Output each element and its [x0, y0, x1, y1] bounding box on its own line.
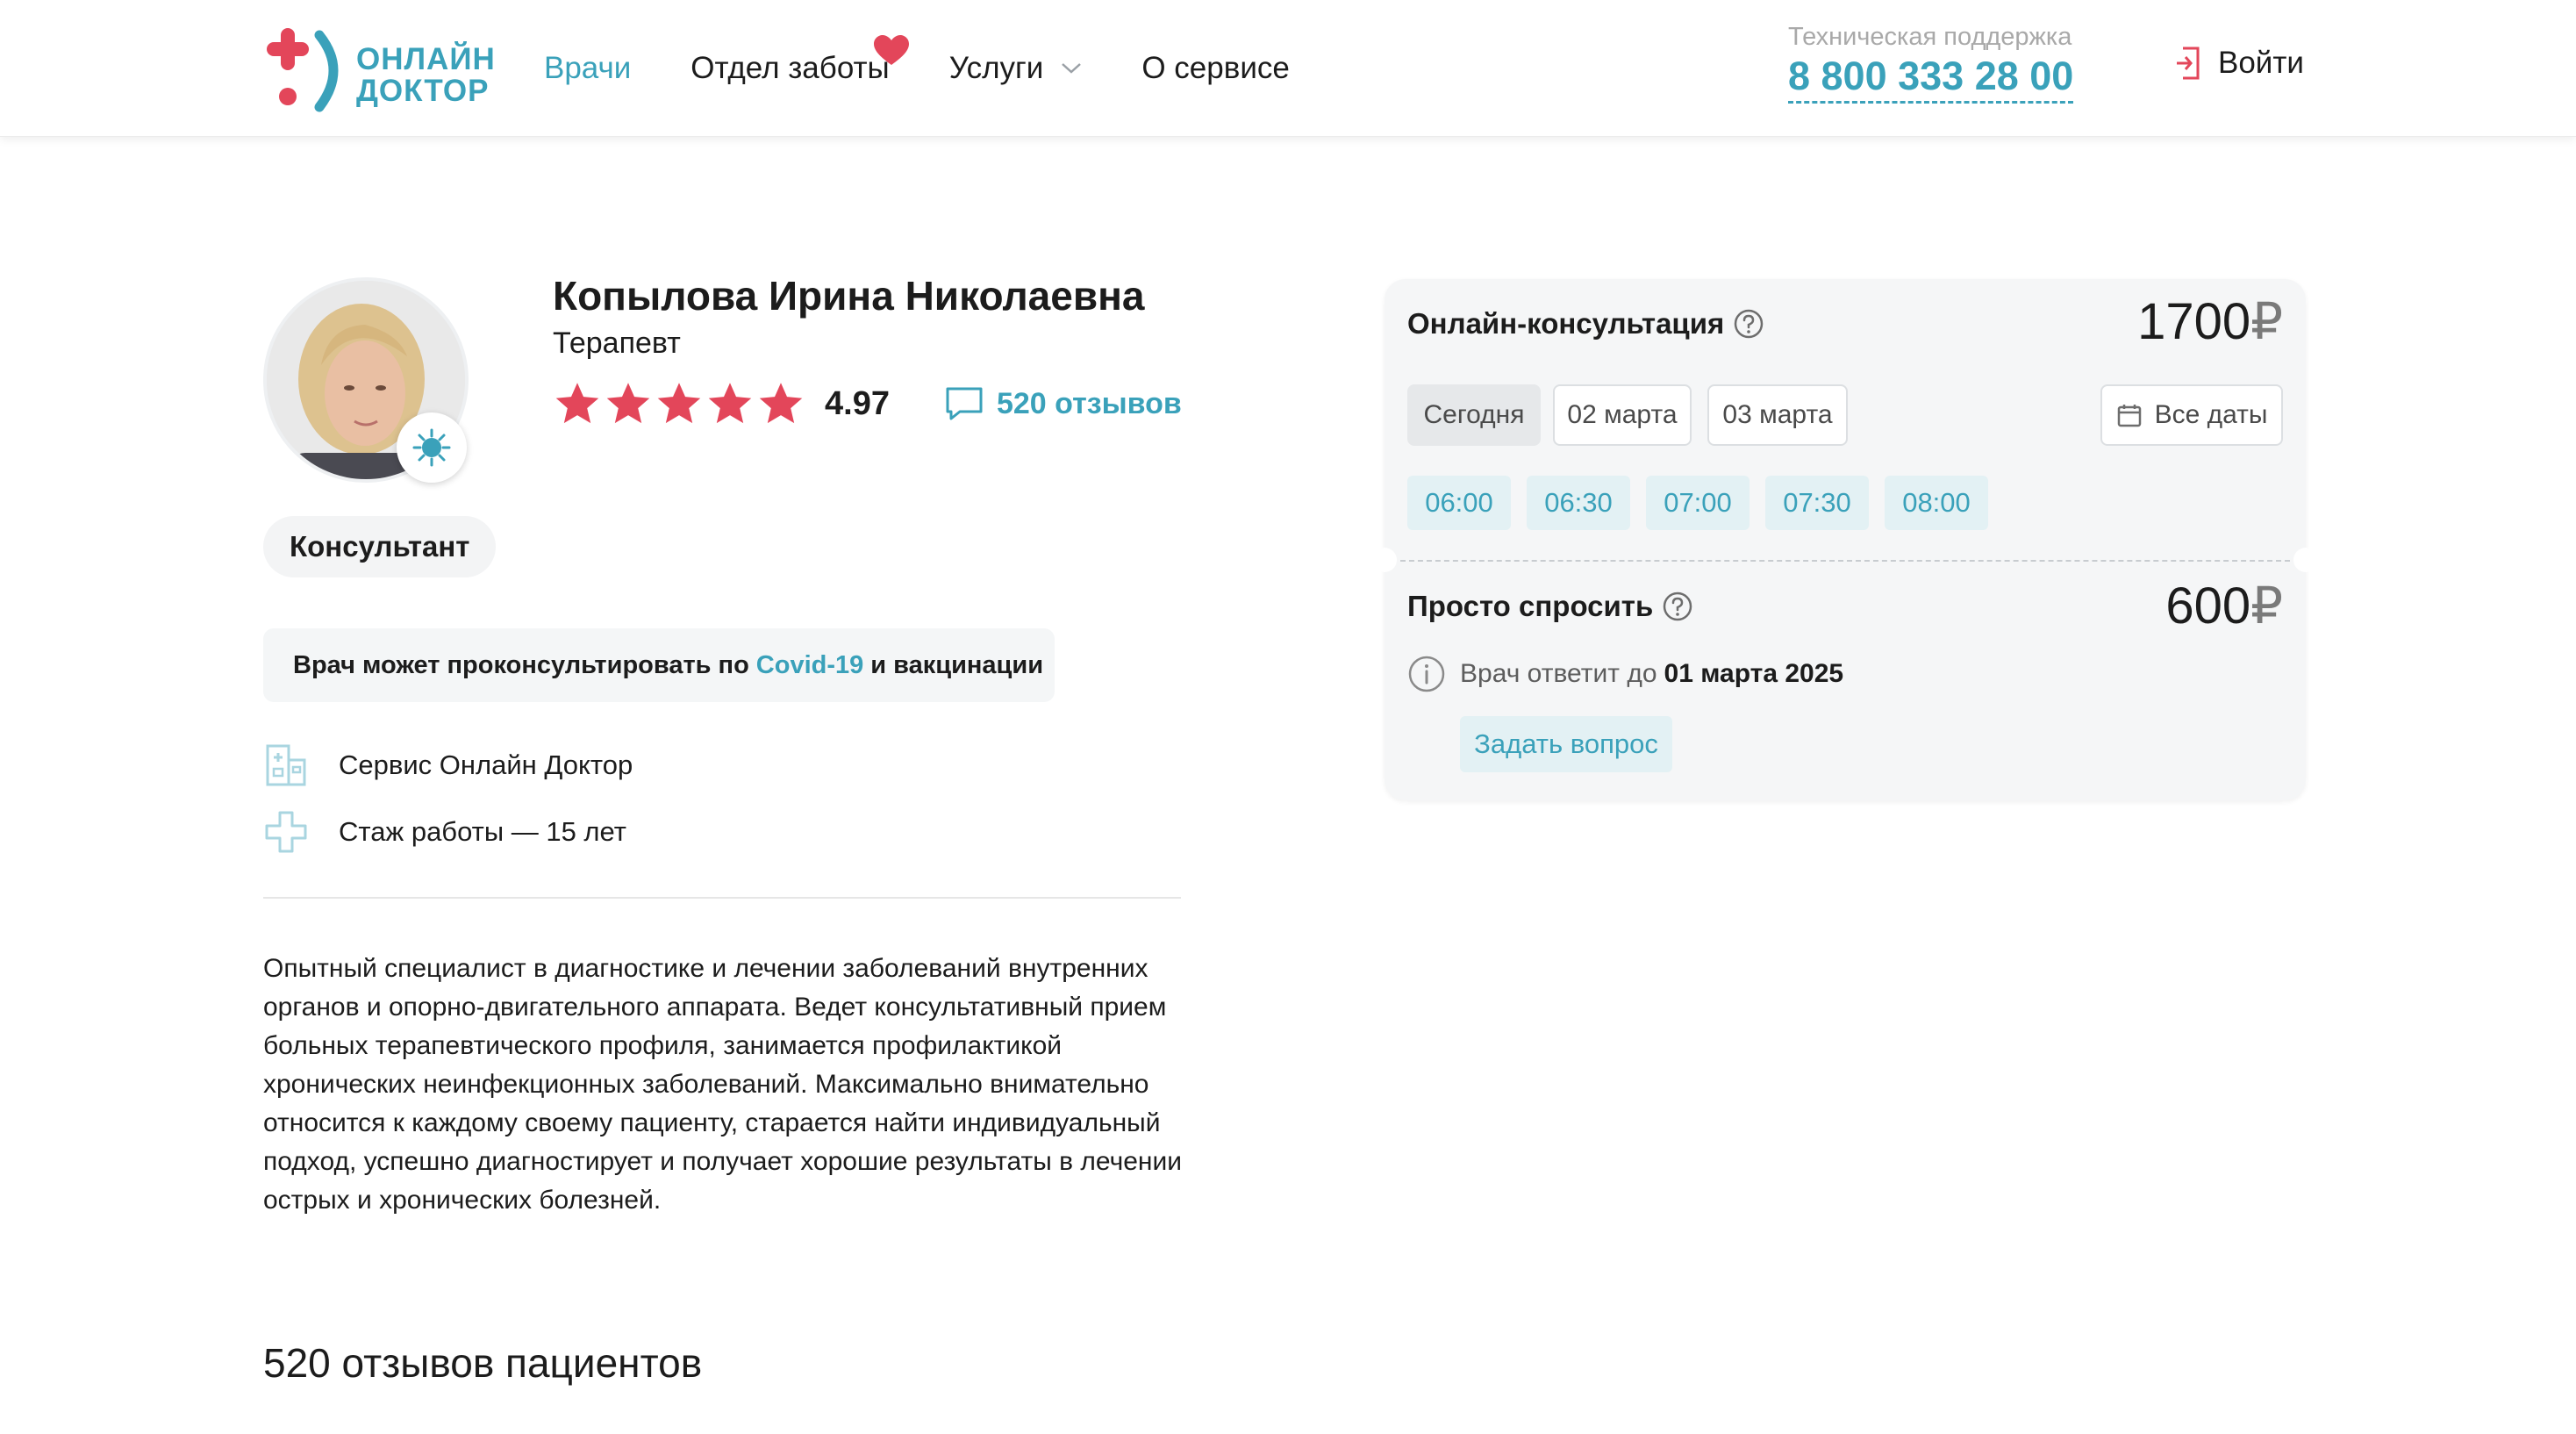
logo-line-1: ОНЛАЙН: [356, 42, 496, 76]
ask-title-label: Просто спросить: [1407, 590, 1654, 622]
ask-price: 600₽: [2165, 576, 2283, 635]
nav-item-label: О сервисе: [1141, 51, 1290, 85]
comment-icon: [946, 387, 983, 420]
all-dates-button[interactable]: Все даты: [2100, 384, 2283, 446]
star-icon: [759, 383, 803, 424]
service-row: Сервис Онлайн Доктор: [263, 742, 633, 788]
chevron-down-icon: [1062, 63, 1082, 74]
currency-sign: ₽: [2250, 293, 2283, 350]
rating-stars: [553, 379, 807, 428]
consultation-price: 1700₽: [2137, 291, 2283, 351]
nav-item-about[interactable]: О сервисе: [1141, 51, 1290, 86]
nav-item-doctors[interactable]: Врачи: [544, 51, 631, 86]
login-icon: [2177, 47, 2200, 80]
consultant-badge: Консультант: [263, 516, 497, 577]
consultation-title: Онлайн-консультация: [1407, 307, 1764, 341]
covid-notice-highlight: Covid-19: [755, 650, 864, 679]
logo-text: ОНЛАЙН ДОКТОР: [356, 44, 496, 107]
consultation-title-label: Онлайн-консультация: [1407, 307, 1725, 340]
ask-price-value: 600: [2165, 577, 2251, 635]
help-icon[interactable]: [1733, 308, 1764, 340]
rating-row: 4.97 520 отзывов: [553, 379, 1182, 428]
nav-item-services[interactable]: Услуги: [949, 51, 1083, 86]
answer-deadline: Врач ответит до 01 марта 2025: [1407, 655, 1843, 693]
nav-item-label: Услуги: [948, 51, 1044, 85]
medical-cross-icon: [265, 811, 307, 853]
reviews-section-title: 520 отзывов пациентов: [263, 1340, 703, 1386]
date-chip-02-march[interactable]: 02 марта: [1553, 384, 1692, 446]
login-button[interactable]: Войти: [2174, 46, 2304, 81]
ask-title: Просто спросить: [1407, 590, 1693, 623]
time-slot[interactable]: 07:30: [1765, 476, 1869, 530]
doctor-avatar-wrap: [263, 277, 469, 483]
logo-line-2: ДОКТОР: [356, 74, 490, 108]
support-phone-link[interactable]: 8 800 333 28 00: [1788, 54, 2074, 104]
clinic-icon: [266, 744, 306, 786]
site-header: ОНЛАЙН ДОКТОР Врачи Отдел заботы Услуги …: [0, 0, 2576, 137]
rating-value: 4.97: [825, 384, 890, 422]
calendar-icon: [2117, 405, 2141, 427]
card-notch-right: [2293, 548, 2318, 572]
virus-icon: [412, 428, 451, 467]
main-nav: Врачи Отдел заботы Услуги О сервисе: [544, 35, 1349, 86]
section-divider: [263, 897, 1181, 899]
experience-row: Стаж работы — 15 лет: [263, 809, 626, 855]
doctor-name: Копылова Ирина Николаевна: [553, 273, 1145, 319]
time-slot[interactable]: 06:00: [1407, 476, 1511, 530]
all-dates-label: Все даты: [2154, 400, 2268, 429]
service-label: Сервис Онлайн Доктор: [339, 749, 633, 780]
time-slot[interactable]: 08:00: [1885, 476, 1988, 530]
covid-badge: [397, 412, 467, 483]
nav-item-label: Врачи: [544, 51, 632, 85]
answer-deadline-date: 01 марта 2025: [1664, 659, 1844, 688]
answer-deadline-text: Врач ответит до: [1460, 659, 1657, 688]
star-icon: [708, 383, 752, 424]
card-notch-left: [1372, 548, 1397, 572]
ask-question-button[interactable]: Задать вопрос: [1460, 716, 1672, 772]
help-icon[interactable]: [1662, 591, 1693, 622]
support-block: Техническая поддержка 8 800 333 28 00: [1788, 23, 2074, 104]
heart-icon: [873, 35, 909, 65]
login-label: Войти: [2218, 46, 2304, 80]
experience-label: Стаж работы — 15 лет: [339, 816, 626, 847]
info-icon: [1408, 656, 1445, 692]
consultation-price-value: 1700: [2137, 293, 2251, 350]
doctor-specialty: Терапевт: [553, 326, 681, 360]
covid-notice-text-end: и вакцинации: [870, 650, 1044, 679]
star-icon: [657, 383, 701, 424]
covid-notice-text: Врач может проконсультировать по: [293, 650, 749, 679]
date-chip-03-march[interactable]: 03 марта: [1707, 384, 1848, 446]
nav-item-care[interactable]: Отдел заботы: [691, 35, 909, 86]
star-icon: [606, 383, 650, 424]
logo-mark-icon: [267, 28, 339, 112]
reviews-link-label: 520 отзывов: [996, 386, 1182, 420]
covid-notice: Врач может проконсультировать по Covid-1…: [263, 628, 1055, 702]
time-slot[interactable]: 07:00: [1646, 476, 1750, 530]
reviews-link[interactable]: 520 отзывов: [944, 385, 1182, 422]
card-dashed-separator: [1400, 560, 2290, 562]
logo[interactable]: ОНЛАЙН ДОКТОР: [261, 26, 495, 114]
support-label: Техническая поддержка: [1788, 23, 2072, 51]
date-chip-today[interactable]: Сегодня: [1407, 384, 1541, 446]
currency-sign: ₽: [2250, 577, 2283, 635]
nav-item-label: Отдел заботы: [691, 51, 890, 85]
star-icon: [555, 383, 599, 424]
doctor-about: Опытный специалист в диагностике и лечен…: [263, 954, 1182, 1215]
time-slot[interactable]: 06:30: [1527, 476, 1630, 530]
